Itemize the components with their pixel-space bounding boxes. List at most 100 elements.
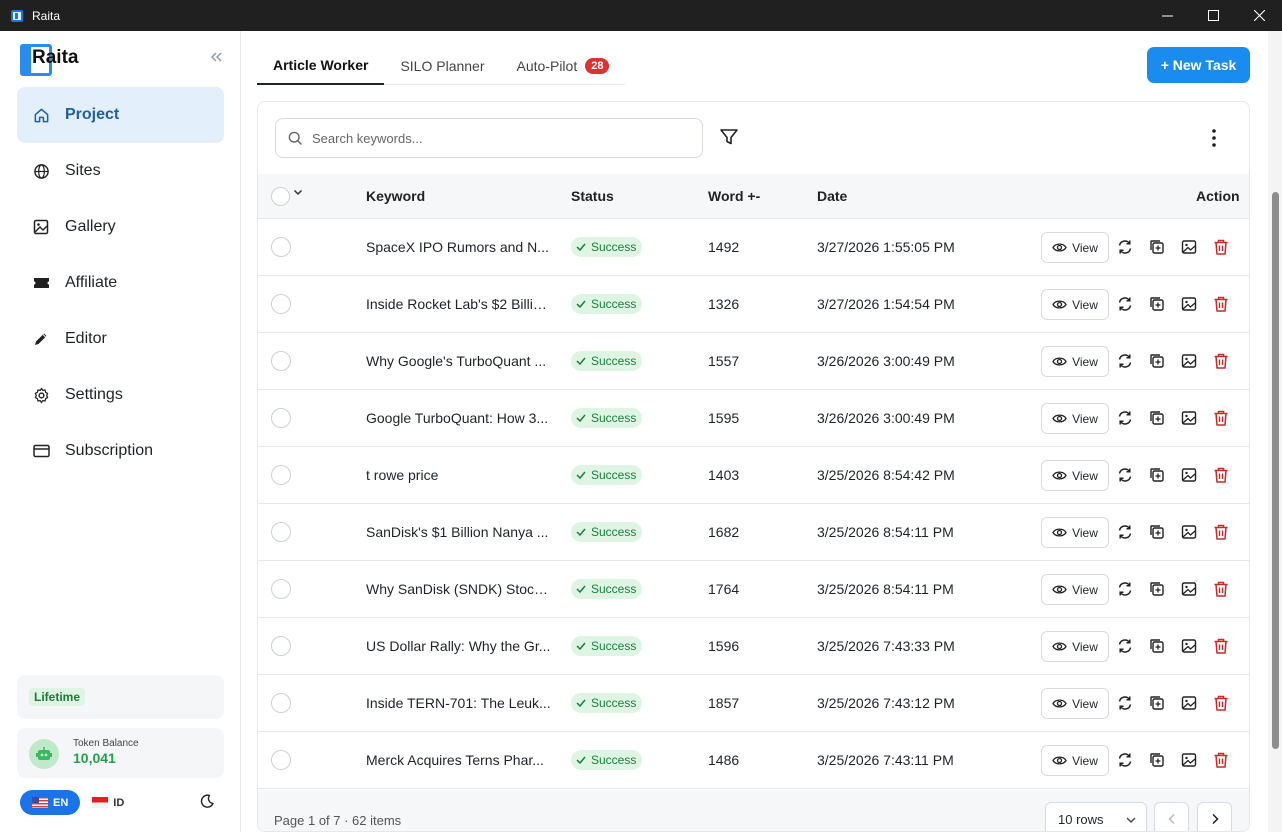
images-button[interactable] [1180, 580, 1198, 598]
images-button[interactable] [1180, 523, 1198, 541]
new-task-button[interactable]: + New Task [1147, 47, 1250, 83]
regenerate-button[interactable] [1116, 295, 1134, 313]
chevron-down-icon[interactable] [292, 186, 304, 198]
regenerate-button[interactable] [1116, 694, 1134, 712]
close-window-button[interactable] [1236, 0, 1282, 31]
lang-id-button[interactable]: ID [80, 790, 136, 815]
tab-auto-pilot[interactable]: Auto-Pilot 28 [501, 47, 626, 85]
delete-button[interactable] [1212, 694, 1230, 712]
table-row[interactable]: Why SanDisk (SNDK) Stock ... Success 1764 3… [258, 561, 1249, 618]
view-button[interactable]: View [1041, 688, 1109, 719]
table-row[interactable]: Merck Acquires Terns Phar... Success 1486 3… [258, 732, 1249, 789]
theme-toggle-button[interactable] [199, 793, 217, 811]
row-checkbox[interactable] [271, 693, 291, 713]
row-checkbox[interactable] [271, 636, 291, 656]
images-button[interactable] [1180, 295, 1198, 313]
brand[interactable]: Raita [20, 44, 78, 76]
view-button[interactable]: View [1041, 346, 1109, 377]
delete-button[interactable] [1212, 580, 1230, 598]
view-button[interactable]: View [1041, 403, 1109, 434]
sidebar-item-affiliate[interactable]: Affiliate [17, 255, 224, 311]
images-button[interactable] [1180, 694, 1198, 712]
delete-button[interactable] [1212, 523, 1230, 541]
images-button[interactable] [1180, 409, 1198, 427]
sidebar-item-settings[interactable]: Settings [17, 367, 224, 423]
duplicate-button[interactable] [1148, 352, 1166, 370]
table-row[interactable]: Google TurboQuant: How 3... Success 1595 3/… [258, 390, 1249, 447]
view-button[interactable]: View [1041, 574, 1109, 605]
row-checkbox[interactable] [271, 294, 291, 314]
tab-silo-planner[interactable]: SILO Planner [384, 47, 500, 85]
search-input[interactable] [312, 130, 692, 146]
table-row[interactable]: Inside Rocket Lab's $2 Billio... Success 1… [258, 276, 1249, 333]
select-all-checkbox[interactable] [271, 187, 290, 206]
row-checkbox[interactable] [271, 351, 291, 371]
delete-button[interactable] [1212, 238, 1230, 256]
regenerate-button[interactable] [1116, 409, 1134, 427]
view-button[interactable]: View [1041, 289, 1109, 320]
header-date[interactable]: Date [817, 188, 847, 204]
main-scrollbar[interactable] [1268, 31, 1282, 832]
more-options-button[interactable] [1204, 127, 1224, 149]
regenerate-button[interactable] [1116, 523, 1134, 541]
duplicate-button[interactable] [1148, 580, 1166, 598]
delete-button[interactable] [1212, 352, 1230, 370]
view-button[interactable]: View [1041, 631, 1109, 662]
filter-button[interactable] [719, 127, 741, 149]
row-checkbox[interactable] [271, 750, 291, 770]
duplicate-button[interactable] [1148, 466, 1166, 484]
row-checkbox[interactable] [271, 579, 291, 599]
sidebar-item-subscription[interactable]: Subscription [17, 423, 224, 479]
table-row[interactable]: t rowe price Success 1403 3/25/2026 8:54:42… [258, 447, 1249, 504]
duplicate-button[interactable] [1148, 637, 1166, 655]
images-button[interactable] [1180, 637, 1198, 655]
sidebar-item-gallery[interactable]: Gallery [17, 199, 224, 255]
delete-button[interactable] [1212, 466, 1230, 484]
delete-button[interactable] [1212, 637, 1230, 655]
header-status[interactable]: Status [571, 188, 614, 204]
header-word[interactable]: Word +- [708, 188, 760, 204]
collapse-sidebar-button[interactable] [207, 50, 225, 68]
table-row[interactable]: SpaceX IPO Rumors and N... Success 1492 3/2… [258, 219, 1249, 276]
regenerate-button[interactable] [1116, 352, 1134, 370]
duplicate-button[interactable] [1148, 523, 1166, 541]
tab-article-worker[interactable]: Article Worker [257, 47, 385, 85]
row-checkbox[interactable] [271, 522, 291, 542]
duplicate-button[interactable] [1148, 409, 1166, 427]
rows-per-page-select[interactable]: 10 rows [1045, 802, 1147, 831]
regenerate-button[interactable] [1116, 466, 1134, 484]
sidebar-item-project[interactable]: Project [17, 87, 224, 143]
duplicate-button[interactable] [1148, 694, 1166, 712]
images-button[interactable] [1180, 466, 1198, 484]
row-checkbox[interactable] [271, 237, 291, 257]
sidebar-item-sites[interactable]: Sites [17, 143, 224, 199]
row-checkbox[interactable] [271, 465, 291, 485]
scrollbar-thumb[interactable] [1272, 192, 1279, 749]
duplicate-button[interactable] [1148, 751, 1166, 769]
table-row[interactable]: Why Google's TurboQuant ... Success 1557 3/… [258, 333, 1249, 390]
row-checkbox[interactable] [271, 408, 291, 428]
view-button[interactable]: View [1041, 232, 1109, 263]
duplicate-button[interactable] [1148, 295, 1166, 313]
table-row[interactable]: US Dollar Rally: Why the Gr... Success 159… [258, 618, 1249, 675]
minimize-button[interactable] [1144, 0, 1190, 31]
images-button[interactable] [1180, 751, 1198, 769]
header-keyword[interactable]: Keyword [366, 188, 425, 204]
delete-button[interactable] [1212, 409, 1230, 427]
sidebar-item-editor[interactable]: Editor [17, 311, 224, 367]
view-button[interactable]: View [1041, 460, 1109, 491]
maximize-button[interactable] [1190, 0, 1236, 31]
regenerate-button[interactable] [1116, 751, 1134, 769]
regenerate-button[interactable] [1116, 637, 1134, 655]
delete-button[interactable] [1212, 751, 1230, 769]
regenerate-button[interactable] [1116, 238, 1134, 256]
view-button[interactable]: View [1041, 745, 1109, 776]
lang-en-button[interactable]: EN [20, 790, 81, 815]
duplicate-button[interactable] [1148, 238, 1166, 256]
view-button[interactable]: View [1041, 517, 1109, 548]
table-row[interactable]: Inside TERN-701: The Leuk... Success 1857 3… [258, 675, 1249, 732]
next-page-button[interactable] [1197, 802, 1232, 831]
images-button[interactable] [1180, 352, 1198, 370]
regenerate-button[interactable] [1116, 580, 1134, 598]
table-row[interactable]: SanDisk's $1 Billion Nanya ... Success 168… [258, 504, 1249, 561]
